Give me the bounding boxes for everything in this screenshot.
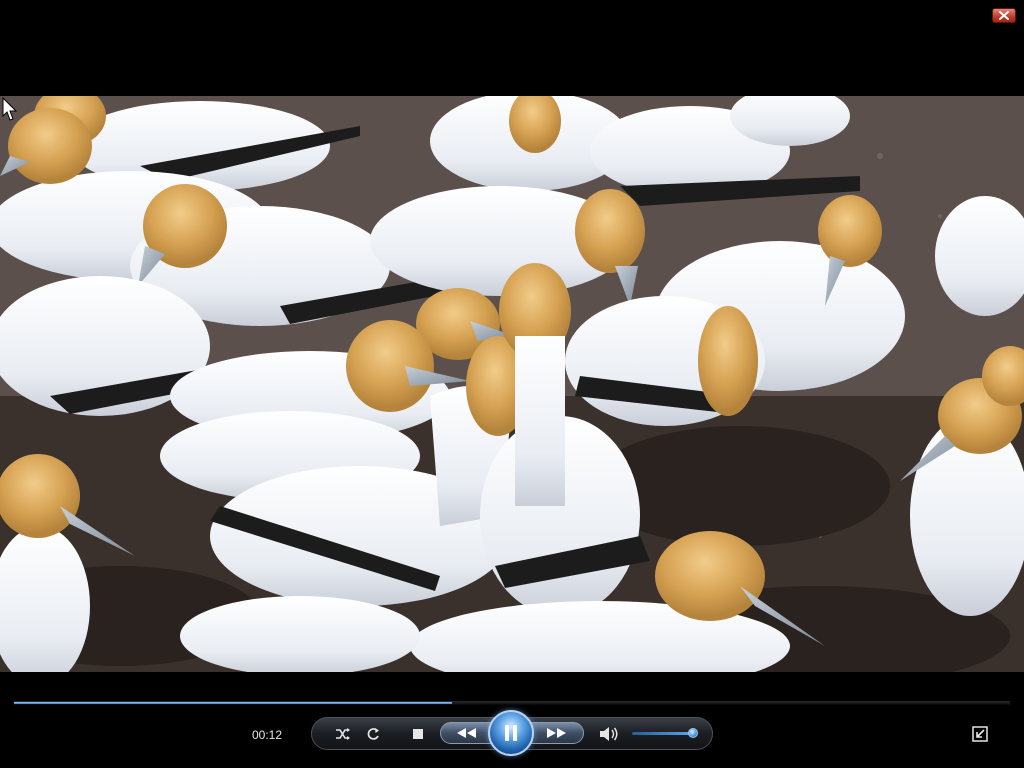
speaker-icon xyxy=(600,727,618,741)
mute-button[interactable] xyxy=(598,724,620,744)
volume-slider[interactable] xyxy=(632,728,698,738)
stop-button[interactable] xyxy=(408,724,428,744)
repeat-button[interactable] xyxy=(363,724,383,744)
repeat-icon xyxy=(367,728,379,740)
mouse-cursor-icon xyxy=(2,96,18,121)
video-display[interactable] xyxy=(0,96,1024,672)
seek-slider[interactable] xyxy=(14,701,1010,705)
close-x-icon xyxy=(999,11,1009,20)
stop-icon xyxy=(413,729,423,739)
media-player-window: 00:12 xyxy=(0,0,1024,768)
close-button[interactable] xyxy=(992,8,1016,23)
play-pause-button[interactable] xyxy=(488,710,534,756)
shuffle-button[interactable] xyxy=(333,724,353,744)
elapsed-time: 00:12 xyxy=(252,728,283,742)
seek-progress-fill xyxy=(14,702,453,704)
exit-fullscreen-icon xyxy=(972,726,988,742)
previous-button[interactable] xyxy=(452,724,480,742)
video-frame-birds xyxy=(0,96,1024,672)
previous-rewind-icon xyxy=(457,728,476,738)
next-button[interactable] xyxy=(543,724,571,742)
volume-fill xyxy=(632,732,693,735)
shuffle-icon xyxy=(336,728,350,740)
next-forward-icon xyxy=(547,728,566,738)
pause-icon xyxy=(505,725,517,741)
volume-thumb[interactable] xyxy=(687,728,698,738)
exit-fullscreen-button[interactable] xyxy=(972,726,988,742)
